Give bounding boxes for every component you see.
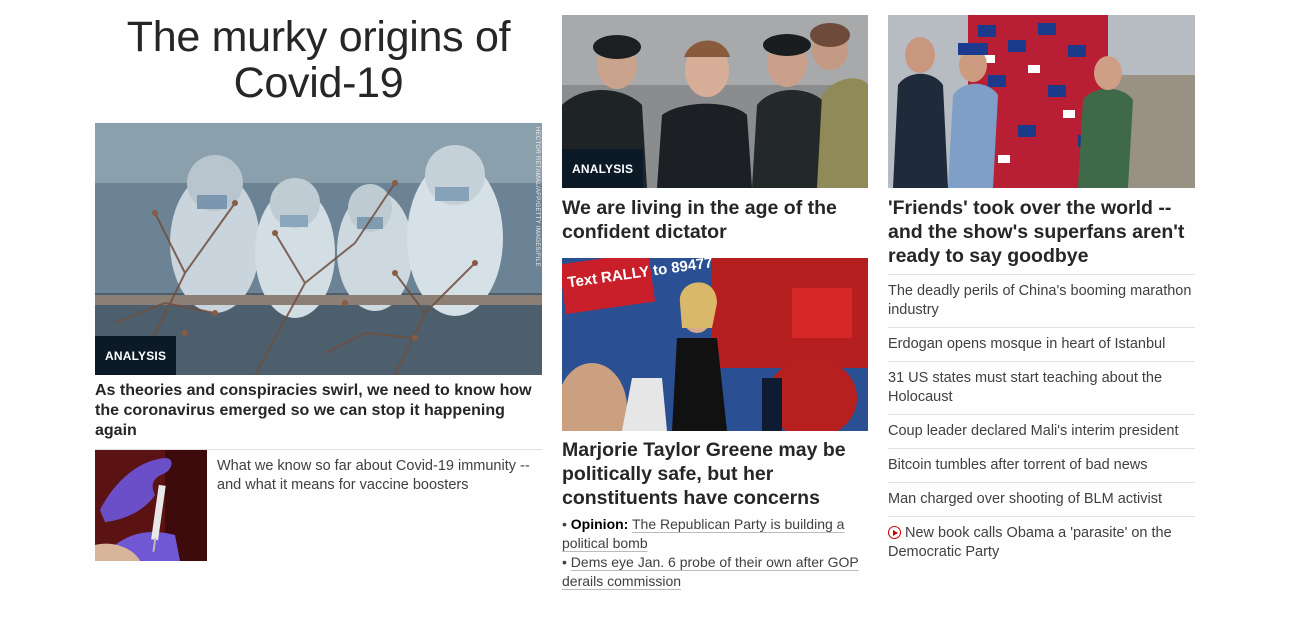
divider xyxy=(888,274,1195,275)
bullet-link-dems[interactable]: • Dems eye Jan. 6 probe of their own aft… xyxy=(562,553,868,591)
photo-credit: HECTOR RETAMAL/AFP/GETTY IMAGES/FILE xyxy=(534,127,540,267)
analysis-badge: ANALYSIS xyxy=(95,336,177,375)
lead-headline[interactable]: As theories and conspiracies swirl, we n… xyxy=(95,381,535,441)
list-item[interactable]: Coup leader declared Mali's interim pres… xyxy=(888,422,1195,441)
opinion-label: Opinion: xyxy=(570,516,629,532)
list-item[interactable]: Bitcoin tumbles after torrent of bad new… xyxy=(888,456,1195,475)
friends-headline[interactable]: 'Friends' took over the world -- and the… xyxy=(888,196,1195,268)
dictator-headline[interactable]: We are living in the age of the confiden… xyxy=(562,196,868,244)
hero-image[interactable]: HECTOR RETAMAL/AFP/GETTY IMAGES/FILE ANA… xyxy=(95,123,542,375)
divider xyxy=(888,361,1195,362)
list-item[interactable]: The deadly perils of China's booming mar… xyxy=(888,282,1195,320)
divider xyxy=(888,414,1195,415)
list-item-video[interactable]: New book calls Obama a 'parasite' on the… xyxy=(888,524,1195,562)
vaccine-thumbnail[interactable] xyxy=(95,450,207,561)
list-item[interactable]: Man charged over shooting of BLM activis… xyxy=(888,490,1195,509)
lead-title[interactable]: The murky origins of Covid-19 xyxy=(95,0,542,106)
divider xyxy=(888,482,1195,483)
dictator-story-image[interactable]: ANALYSIS xyxy=(562,15,868,188)
analysis-badge: ANALYSIS xyxy=(562,149,644,188)
list-item[interactable]: 31 US states must start teaching about t… xyxy=(888,369,1195,407)
lead-column: The murky origins of Covid-19 HECTOR RET… xyxy=(95,0,542,561)
greene-headline[interactable]: Marjorie Taylor Greene may be politicall… xyxy=(562,438,868,510)
divider xyxy=(888,327,1195,328)
bullet-link-text[interactable]: Dems eye Jan. 6 probe of their own after… xyxy=(562,554,859,589)
video-play-icon xyxy=(888,526,901,539)
friends-story-image[interactable] xyxy=(888,15,1195,188)
small-story-headline[interactable]: What we know so far about Covid-19 immun… xyxy=(217,457,542,495)
small-story[interactable]: What we know so far about Covid-19 immun… xyxy=(95,450,542,561)
list-item[interactable]: Erdogan opens mosque in heart of Istanbu… xyxy=(888,335,1195,354)
list-item-text[interactable]: New book calls Obama a 'parasite' on the… xyxy=(888,525,1172,560)
bullet-link-opinion[interactable]: • Opinion: The Republican Party is build… xyxy=(562,515,868,553)
news-page: The murky origins of Covid-19 HECTOR RET… xyxy=(0,0,1290,625)
greene-story-image[interactable]: Text RALLY to 89477 xyxy=(562,258,868,431)
divider xyxy=(888,516,1195,517)
divider xyxy=(888,448,1195,449)
